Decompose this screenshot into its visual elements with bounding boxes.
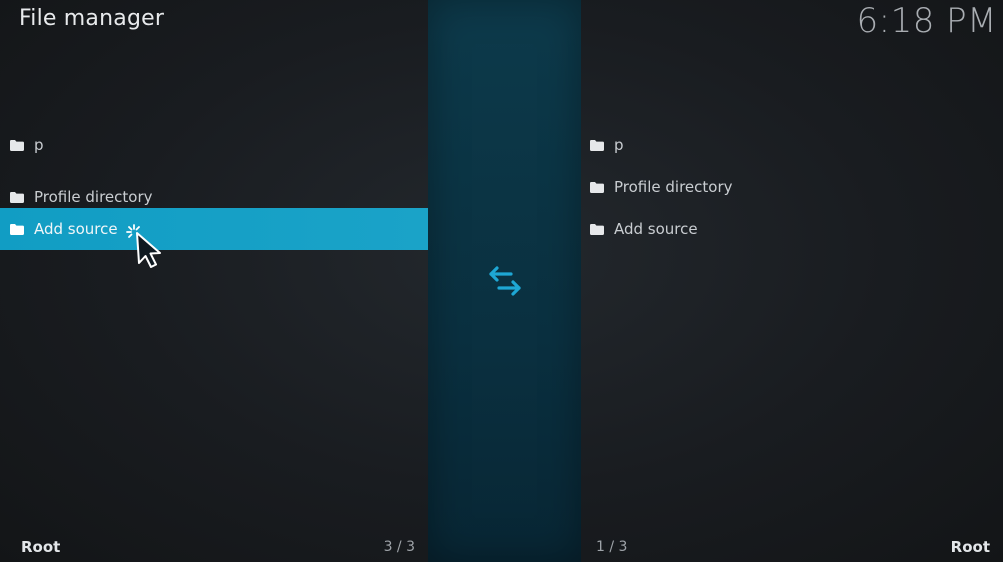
- folder-icon: [590, 181, 604, 193]
- folder-icon: [590, 223, 604, 235]
- right-footer-path: Root: [950, 538, 990, 556]
- swap-arrows-icon[interactable]: [487, 263, 523, 299]
- right-item-label: Profile directory: [614, 178, 733, 196]
- center-divider: [428, 0, 581, 562]
- left-item-label: Profile directory: [34, 188, 153, 206]
- left-item-label: Add source: [34, 220, 118, 238]
- folder-icon: [590, 139, 604, 151]
- folder-icon: [10, 223, 24, 235]
- right-item-profile-directory[interactable]: Profile directory: [581, 166, 1003, 208]
- file-manager-screen: File manager 6:18 PM p Profile directory…: [0, 0, 1003, 562]
- right-item-label: Add source: [614, 220, 698, 238]
- folder-icon: [10, 191, 24, 203]
- left-item-add-source[interactable]: Add source: [0, 208, 428, 250]
- right-item-add-source[interactable]: Add source: [581, 208, 1003, 250]
- right-item-label: p: [614, 136, 624, 154]
- left-panel: p Profile directory Add source Root 3 / …: [0, 0, 428, 562]
- folder-icon: [10, 139, 24, 151]
- right-item-p[interactable]: p: [581, 124, 1003, 166]
- right-footer-count: 1 / 3: [596, 539, 628, 555]
- right-panel: p Profile directory Add source 1 / 3 Roo…: [581, 0, 1003, 562]
- left-item-p[interactable]: p: [0, 124, 428, 166]
- left-item-label: p: [34, 136, 44, 154]
- left-footer-path: Root: [21, 538, 61, 556]
- left-footer-count: 3 / 3: [383, 539, 415, 555]
